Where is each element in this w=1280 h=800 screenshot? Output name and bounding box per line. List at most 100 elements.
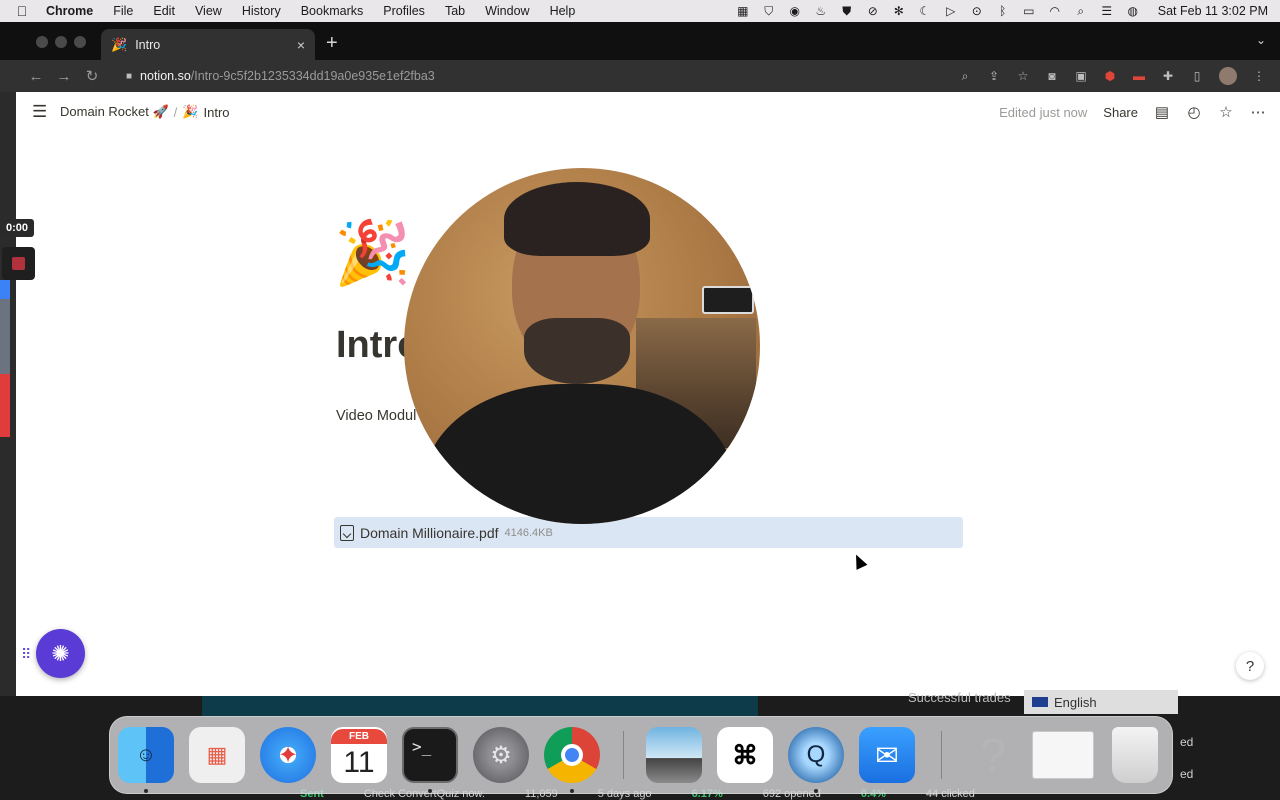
running-indicator — [144, 789, 148, 793]
more-options-icon[interactable]: ⋯ — [1250, 103, 1266, 121]
breadcrumb-workspace[interactable]: Domain Rocket 🚀 — [60, 104, 169, 120]
finder-icon[interactable]: ☺ — [118, 727, 174, 783]
history-clock-icon[interactable]: ◴ — [1186, 103, 1202, 121]
stop-recording-button[interactable] — [2, 247, 35, 280]
lastpass-extension-icon[interactable]: ▬ — [1132, 69, 1146, 83]
new-tab-button[interactable]: + — [326, 32, 338, 55]
safari-icon[interactable]: ✦ — [260, 727, 316, 783]
favorite-star-icon[interactable]: ☆ — [1218, 103, 1234, 121]
language-selector[interactable]: English — [1024, 690, 1178, 714]
back-button[interactable]: ← — [22, 68, 50, 85]
zoom-search-icon[interactable]: ⌕ — [958, 69, 972, 84]
menu-history[interactable]: History — [232, 4, 291, 18]
extension-icon[interactable]: ▣ — [1074, 69, 1088, 83]
minimize-window-button[interactable] — [55, 36, 67, 48]
close-tab-icon[interactable]: × — [297, 37, 305, 53]
control-center-icon[interactable]: ☰ — [1100, 4, 1114, 18]
zoom-window-button[interactable] — [74, 36, 86, 48]
close-window-button[interactable] — [36, 36, 48, 48]
hamburger-menu-icon[interactable]: ☰ — [32, 102, 50, 122]
apple-menu-icon[interactable]:  — [0, 3, 44, 19]
drag-handle-icon[interactable]: ⠿ — [21, 646, 31, 663]
url-host: notion.so — [140, 69, 191, 83]
mail-icon[interactable]: ✉ — [859, 727, 915, 783]
help-button[interactable]: ? — [1236, 652, 1264, 680]
body-text[interactable]: Video Modul — [336, 408, 416, 424]
bluetooth-icon[interactable]: ᛒ — [996, 4, 1010, 18]
dock-separator — [941, 731, 942, 779]
notion-topbar: ☰ Domain Rocket 🚀 / 🎉 Intro Edited just … — [16, 92, 1280, 132]
moon-icon[interactable]: ☾ — [918, 4, 932, 18]
edited-status: Edited just now — [999, 104, 1088, 120]
bookmark-star-icon[interactable]: ☆ — [1016, 69, 1030, 83]
app-status-icon[interactable]: ▦ — [736, 4, 750, 18]
kebab-menu-icon[interactable]: ⋮ — [1252, 69, 1266, 83]
search-icon[interactable]: ⌕ — [1074, 4, 1088, 19]
trash-icon[interactable] — [1112, 727, 1158, 783]
adblock-extension-icon[interactable]: ⬢ — [1103, 69, 1117, 83]
recorder-color-strip — [0, 280, 10, 437]
flame-status-icon[interactable]: ♨ — [814, 4, 828, 18]
gear-status-icon[interactable]: ✻ — [892, 4, 906, 18]
assistant-widget-button[interactable]: ✺ — [36, 629, 85, 678]
menu-bookmarks[interactable]: Bookmarks — [291, 4, 374, 18]
vpn-shield-icon[interactable]: ⛊ — [840, 4, 854, 19]
file-name[interactable]: Domain Millionaire.pdf — [360, 525, 499, 541]
breadcrumb-page[interactable]: Intro — [203, 105, 229, 120]
puzzle-extensions-icon[interactable]: ✚ — [1161, 69, 1175, 83]
menu-clock[interactable]: Sat Feb 11 3:02 PM — [1158, 4, 1268, 18]
menu-window[interactable]: Window — [475, 4, 539, 18]
terminal-icon[interactable]: >_ — [402, 727, 458, 783]
chrome-icon[interactable] — [544, 727, 600, 783]
macos-menu-bar:  Chrome File Edit View History Bookmark… — [0, 0, 1280, 22]
license-plate-shape — [702, 286, 754, 314]
share-button[interactable]: Share — [1103, 105, 1138, 120]
screenshots-stack-icon[interactable] — [1032, 731, 1094, 779]
background-right-column: ed ed — [1180, 726, 1193, 790]
page-icon-emoji[interactable]: 🎉 — [334, 216, 411, 292]
battery-icon[interactable]: ▭ — [1022, 4, 1036, 18]
lock-icon[interactable]: ■ — [126, 71, 132, 82]
help-question-icon[interactable]: ? — [965, 727, 1021, 783]
system-settings-icon[interactable]: ⚙ — [473, 727, 529, 783]
launchpad-icon[interactable]: ▦ — [189, 727, 245, 783]
menu-profiles[interactable]: Profiles — [373, 4, 435, 18]
play-status-icon[interactable]: ▷ — [944, 4, 958, 18]
record-circle-icon[interactable]: ⊙ — [970, 4, 984, 18]
camera-extension-icon[interactable]: ◙ — [1045, 69, 1059, 83]
capcut-icon[interactable]: ⌘ — [717, 727, 773, 783]
forward-button[interactable]: → — [50, 68, 78, 85]
share-icon[interactable]: ⇪ — [987, 69, 1001, 83]
menu-edit[interactable]: Edit — [143, 4, 185, 18]
circle-slash-icon[interactable]: ⊘ — [866, 4, 880, 18]
quicktime-icon[interactable]: Q — [788, 727, 844, 783]
menu-view[interactable]: View — [185, 4, 232, 18]
menu-help[interactable]: Help — [540, 4, 586, 18]
recording-timer: 0:00 — [0, 219, 34, 237]
wifi-icon[interactable]: ◠ — [1048, 4, 1062, 18]
shield-status-icon[interactable]: ⛉ — [762, 4, 776, 19]
browser-tab-intro[interactable]: 🎉 Intro × — [101, 29, 315, 60]
webcam-bubble[interactable] — [404, 168, 760, 524]
address-bar[interactable]: ■ notion.so /Intro-9c5f2b1235334dd19a0e9… — [112, 64, 1042, 88]
uk-flag-icon — [1032, 697, 1048, 707]
tab-search-chevron-icon[interactable]: ⌄ — [1256, 33, 1266, 47]
siri-icon[interactable]: ◍ — [1126, 4, 1140, 18]
preview-icon[interactable] — [646, 727, 702, 783]
menu-tab[interactable]: Tab — [435, 4, 475, 18]
calendar-icon[interactable]: FEB 11 — [331, 727, 387, 783]
reload-button[interactable]: ↻ — [78, 67, 106, 85]
breadcrumb-separator: / — [173, 104, 178, 120]
record-status-icon[interactable]: ◉ — [788, 4, 802, 18]
macos-dock: ☺ ▦ ✦ FEB 11 >_ ⚙ ⌘ Q ✉ ? — [109, 716, 1173, 794]
browser-toolbar: ← → ↻ ■ notion.so /Intro-9c5f2b1235334dd… — [0, 60, 1280, 92]
side-panel-icon[interactable]: ▯ — [1190, 69, 1204, 83]
dock-separator — [623, 731, 624, 779]
background-row-text: ed — [1180, 767, 1194, 781]
toolbar-extensions: ⌕ ⇪ ☆ ◙ ▣ ⬢ ▬ ✚ ▯ ⋮ — [958, 60, 1266, 92]
profile-avatar[interactable] — [1219, 67, 1237, 85]
menu-chrome[interactable]: Chrome — [44, 4, 103, 18]
comments-icon[interactable]: ▤ — [1154, 103, 1170, 121]
status-area: ▦ ⛉ ◉ ♨ ⛊ ⊘ ✻ ☾ ▷ ⊙ ᛒ ▭ ◠ ⌕ ☰ ◍ Sat Feb … — [736, 0, 1268, 22]
menu-file[interactable]: File — [103, 4, 143, 18]
